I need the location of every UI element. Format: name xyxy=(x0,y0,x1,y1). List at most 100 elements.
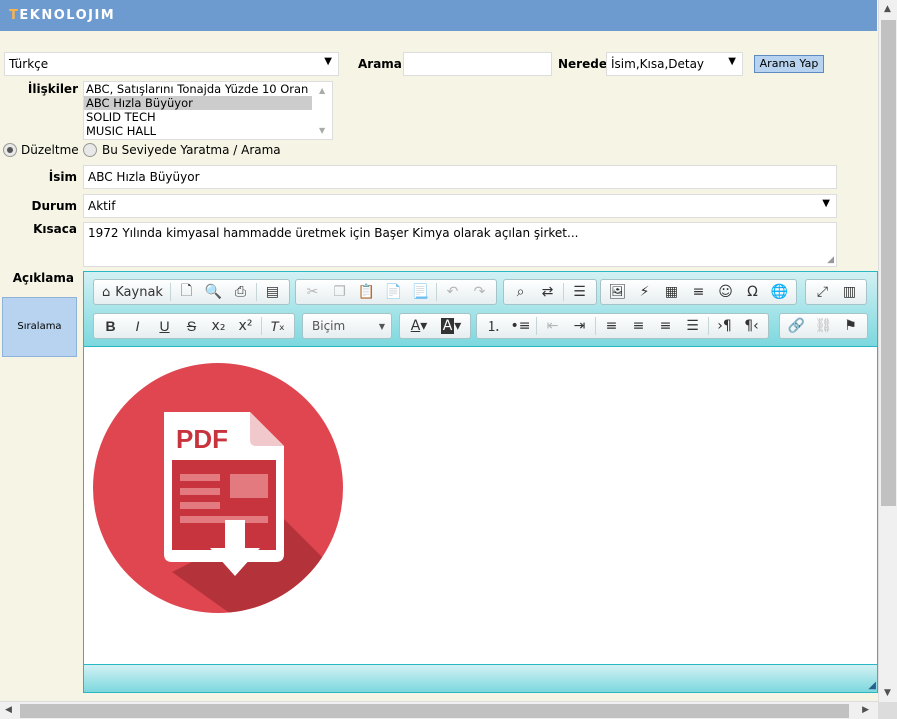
relations-list[interactable]: ABC, Satışlarını Tonajda Yüzde 10 Oran A… xyxy=(83,81,333,140)
editor-content-area[interactable]: PDF xyxy=(84,348,877,665)
pdf-line xyxy=(180,516,268,523)
table-icon[interactable]: ▦ xyxy=(658,281,685,303)
toolbar-group-view: ⤢ ▥ xyxy=(805,279,867,305)
preview-icon[interactable]: 🔍 xyxy=(200,281,227,303)
text-color-icon[interactable]: A ▾ xyxy=(403,315,435,337)
align-center-icon[interactable]: ≡ xyxy=(625,315,652,337)
language-select[interactable]: Türkçe ▼ xyxy=(4,52,339,76)
special-char-icon[interactable]: Ω xyxy=(739,281,766,303)
link-icon[interactable]: 🔗 xyxy=(783,315,810,337)
chevron-down-icon: ▼ xyxy=(324,56,332,67)
relations-item[interactable]: ABC, Satışlarını Tonajda Yüzde 10 Oran xyxy=(84,82,312,96)
anchor-flag-icon[interactable]: ⚑ xyxy=(837,315,864,337)
relations-label: İlişkiler xyxy=(27,82,78,96)
numbered-list-icon[interactable]: ⒈ xyxy=(480,315,507,337)
horizontal-scrollbar[interactable]: ◀ ▶ xyxy=(0,701,878,719)
indent-icon[interactable]: ⇥ xyxy=(566,315,593,337)
horizontal-rule-icon[interactable]: ≡ xyxy=(685,281,712,303)
toolbar-group-paragraph: ⒈ •≡ ⇤ ⇥ ≡ ≡ ≡ ☰ ›¶ ¶‹ xyxy=(476,313,769,339)
edit-mode-label: Düzeltme xyxy=(21,143,79,157)
name-input[interactable]: ABC Hızla Büyüyor xyxy=(83,165,837,189)
chevron-down-icon: ▼ xyxy=(822,198,830,209)
scroll-left-icon[interactable]: ◀ xyxy=(5,705,12,715)
templates-icon[interactable]: ▤ xyxy=(259,281,286,303)
align-left-icon[interactable]: ≡ xyxy=(598,315,625,337)
image-icon[interactable]: 🖼 xyxy=(604,281,631,303)
select-all-icon[interactable]: ☰ xyxy=(566,281,593,303)
undo-icon[interactable]: ↶ xyxy=(439,281,466,303)
vertical-scroll-thumb[interactable] xyxy=(881,20,896,506)
background-color-icon[interactable]: A ▾ xyxy=(435,315,467,337)
scroll-down-icon[interactable]: ▼ xyxy=(884,688,891,698)
paste-word-icon[interactable]: 📃 xyxy=(407,281,434,303)
scroll-up-icon[interactable]: ▲ xyxy=(884,4,891,14)
find-icon[interactable]: ⌕ xyxy=(507,281,534,303)
scroll-up-icon[interactable]: ▲ xyxy=(319,86,325,95)
vertical-scrollbar[interactable]: ▲ ▼ xyxy=(878,0,897,702)
resize-grip-icon[interactable]: ◢ xyxy=(868,680,876,691)
bulleted-list-icon[interactable]: •≡ xyxy=(507,315,534,337)
pdf-image-block xyxy=(230,474,268,498)
chevron-down-icon: ▼ xyxy=(378,322,385,331)
editor-toolbar: ⌂ Kaynak 🗋 🔍 ⎙ ▤ ✂ ❐ 📋 📄 📃 ↶ ↷ ⌕ ⇄ ☰ 🖼 ⚡… xyxy=(84,272,877,347)
relations-scrollbar[interactable]: ▲ ▼ xyxy=(315,82,332,139)
relations-item[interactable]: SOLID TECH xyxy=(84,110,312,124)
new-page-icon[interactable]: 🗋 xyxy=(173,281,200,303)
search-button[interactable]: Arama Yap xyxy=(754,55,824,73)
cut-icon[interactable]: ✂ xyxy=(299,281,326,303)
pdf-file-icon[interactable]: PDF xyxy=(92,362,344,614)
toolbar-separator xyxy=(708,317,709,335)
copy-icon[interactable]: ❐ xyxy=(326,281,353,303)
iframe-icon[interactable]: 🌐 xyxy=(766,281,793,303)
edit-mode-radio[interactable] xyxy=(3,143,17,157)
pdf-line xyxy=(180,488,220,495)
align-right-icon[interactable]: ≡ xyxy=(652,315,679,337)
show-blocks-icon[interactable]: ▥ xyxy=(836,281,863,303)
short-textarea[interactable]: 1972 Yılında kimyasal hammadde üretmek i… xyxy=(83,222,837,267)
scroll-down-icon[interactable]: ▼ xyxy=(319,126,325,135)
relations-item-selected[interactable]: ABC Hızla Büyüyor xyxy=(84,96,312,110)
sort-button[interactable]: Sıralama xyxy=(2,297,77,357)
paste-icon[interactable]: 📋 xyxy=(353,281,380,303)
underline-icon[interactable]: U xyxy=(151,315,178,337)
unlink-icon[interactable]: ⛓ xyxy=(810,315,837,337)
relations-item[interactable]: MUSIC HALL xyxy=(84,124,312,138)
subscript-icon[interactable]: x₂ xyxy=(205,315,232,337)
smiley-icon[interactable]: ☺ xyxy=(712,281,739,303)
toolbar-group-find: ⌕ ⇄ ☰ xyxy=(503,279,597,305)
print-icon[interactable]: ⎙ xyxy=(227,281,254,303)
pdf-label: PDF xyxy=(176,424,228,454)
maximize-icon[interactable]: ⤢ xyxy=(809,281,836,303)
where-select[interactable]: İsim,Kısa,Detay ▼ xyxy=(606,52,743,76)
description-label: Açıklama xyxy=(12,271,74,285)
flash-icon[interactable]: ⚡ xyxy=(631,281,658,303)
source-label: Kaynak xyxy=(115,284,163,300)
align-justify-icon[interactable]: ☰ xyxy=(679,315,706,337)
replace-icon[interactable]: ⇄ xyxy=(534,281,561,303)
pdf-line xyxy=(180,502,220,509)
search-input[interactable] xyxy=(403,52,552,76)
bold-icon[interactable]: B xyxy=(97,315,124,337)
toolbar-separator xyxy=(255,283,257,301)
italic-icon[interactable]: I xyxy=(124,315,151,337)
status-select[interactable]: Aktif ▼ xyxy=(83,194,837,218)
superscript-icon[interactable]: x² xyxy=(232,315,259,337)
where-select-value: İsim,Kısa,Detay xyxy=(611,57,705,71)
format-select[interactable]: Biçim ▼ xyxy=(302,313,392,339)
remove-format-icon[interactable]: Tₓ xyxy=(264,315,291,337)
create-mode-radio[interactable] xyxy=(83,143,97,157)
resize-grip-icon[interactable]: ◢ xyxy=(827,255,834,265)
scroll-right-icon[interactable]: ▶ xyxy=(862,705,869,715)
toolbar-group-clipboard: ✂ ❐ 📋 📄 📃 ↶ ↷ xyxy=(295,279,497,305)
paste-text-icon[interactable]: 📄 xyxy=(380,281,407,303)
outdent-icon[interactable]: ⇤ xyxy=(539,315,566,337)
strike-icon[interactable]: S xyxy=(178,315,205,337)
rtl-icon[interactable]: ¶‹ xyxy=(738,315,765,337)
horizontal-scroll-thumb[interactable] xyxy=(20,704,849,718)
toolbar-separator xyxy=(436,283,437,301)
redo-icon[interactable]: ↷ xyxy=(466,281,493,303)
source-button[interactable]: ⌂ Kaynak xyxy=(97,281,168,303)
ltr-icon[interactable]: ›¶ xyxy=(711,315,738,337)
pdf-line xyxy=(180,474,220,481)
rich-text-editor[interactable]: ⌂ Kaynak 🗋 🔍 ⎙ ▤ ✂ ❐ 📋 📄 📃 ↶ ↷ ⌕ ⇄ ☰ 🖼 ⚡… xyxy=(83,271,878,693)
